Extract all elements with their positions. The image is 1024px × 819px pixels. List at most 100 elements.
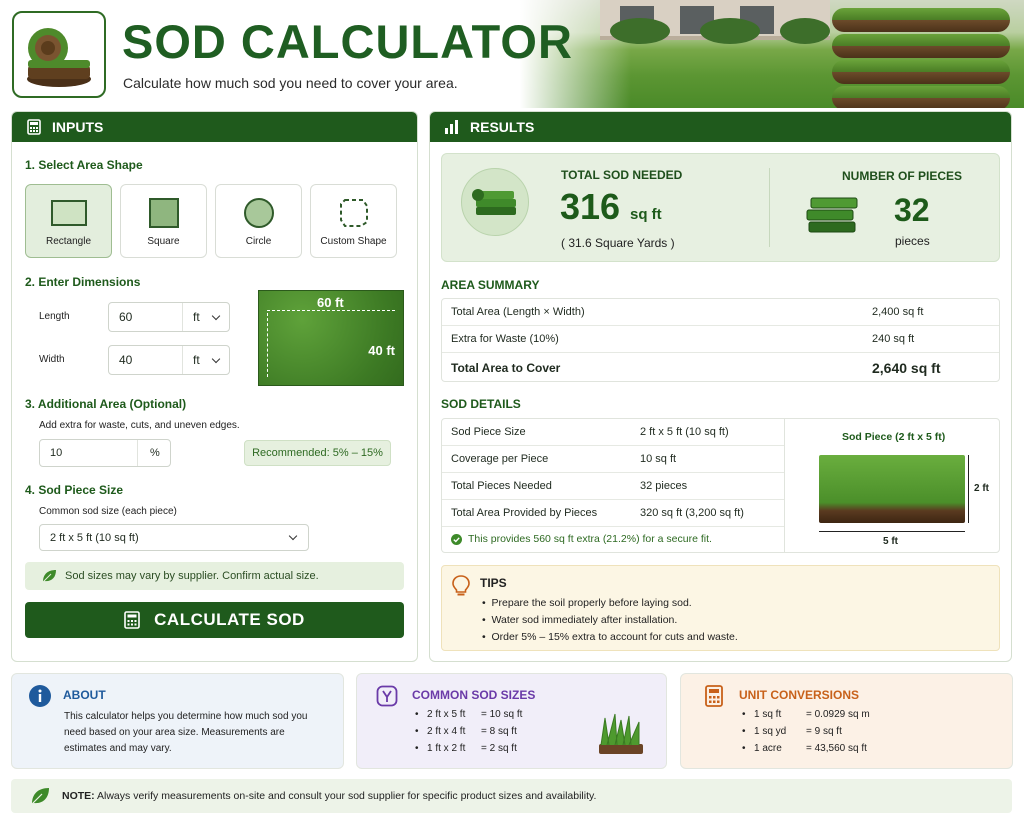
inputs-heading: INPUTS (52, 119, 104, 135)
total-sod-unit: sq ft (630, 206, 662, 223)
preview-length-label: 60 ft (317, 295, 344, 310)
sod-stack-circle (461, 168, 529, 236)
footer-note: NOTE: Always verify measurements on-site… (11, 779, 1012, 813)
list-item: • 1 sq ft = 0.0929 sq m (742, 709, 870, 726)
ruler-measure-icon (376, 685, 398, 707)
length-label: Length (39, 311, 70, 322)
area-row-label: Total Area (Length × Width) (451, 306, 585, 318)
pieces-value: 32 (894, 192, 930, 228)
size-area: = 10 sq ft (481, 709, 523, 720)
calculator-icon (705, 685, 723, 707)
extra-coverage-text: This provides 560 sq ft extra (21.2%) fo… (468, 533, 712, 545)
list-item: • 1 sq yd = 9 sq ft (742, 726, 870, 743)
step-1-label: 1. Select Area Shape (25, 158, 143, 172)
list-item: • 2 ft x 4 ft = 8 sq ft (415, 726, 522, 743)
detail-row-value: 320 sq ft (3,200 sq ft) (640, 507, 744, 519)
shrub-image (610, 18, 670, 44)
waste-help-text: Add extra for waste, cuts, and uneven ed… (39, 420, 240, 431)
shrub-image (780, 18, 830, 44)
area-row-value: 240 sq ft (872, 333, 915, 345)
extra-coverage-note: This provides 560 sq ft extra (21.2%) fo… (451, 533, 712, 545)
preview-width-label: 40 ft (368, 343, 395, 358)
step-2-label: 2. Enter Dimensions (25, 275, 141, 289)
detail-row-label: Sod Piece Size (451, 426, 526, 438)
tips-box: TIPS • Prepare the soil properly before … (441, 565, 1000, 651)
sod-details-heading: SOD DETAILS (441, 397, 521, 411)
sod-rolls-image (832, 6, 1012, 108)
width-unit-select[interactable]: ft (183, 353, 213, 367)
area-row-label: Extra for Waste (10%) (451, 333, 559, 345)
table-row: Sod Piece Size 2 ft x 5 ft (10 sq ft) (442, 419, 784, 446)
custom-shape-icon (339, 199, 368, 227)
list-item: • 2 ft x 5 ft = 10 sq ft (415, 709, 522, 726)
shrub-image (700, 18, 760, 44)
shape-rectangle-button[interactable]: Rectangle (25, 184, 112, 258)
shape-label: Circle (245, 236, 272, 247)
sod-piece-image (819, 455, 965, 523)
pieces-unit: pieces (895, 234, 930, 248)
piece-size-select[interactable]: 2 ft x 5 ft (10 sq ft) (39, 524, 309, 551)
length-input[interactable]: 60 (109, 303, 183, 331)
circle-icon (243, 198, 274, 228)
conversion-unit: 1 acre (754, 743, 782, 754)
page-subtitle: Calculate how much sod you need to cover… (123, 75, 458, 91)
check-circle-icon (451, 533, 462, 545)
calculate-sod-button[interactable]: CALCULATE SOD (25, 602, 404, 638)
sod-details-table: Sod Piece Size 2 ft x 5 ft (10 sq ft) Cov… (441, 418, 1000, 553)
inputs-header: INPUTS (12, 112, 417, 142)
sod-stack-icon (472, 189, 516, 215)
tips-heading: TIPS (480, 576, 507, 590)
grass-tuft-image (599, 713, 643, 754)
about-heading: ABOUT (63, 688, 106, 702)
piece-height-label: 2 ft (974, 483, 989, 494)
area-summary-table: Total Area (Length × Width) 2,400 sq ft E… (441, 298, 1000, 382)
lightbulb-icon (452, 575, 470, 596)
size-area: = 8 sq ft (481, 726, 517, 737)
shape-square-button[interactable]: Square (120, 184, 207, 258)
about-text: This calculator helps you determine how … (64, 711, 308, 754)
waste-field: 10 % (39, 439, 171, 467)
width-input[interactable]: 40 (109, 346, 183, 374)
shape-circle-button[interactable]: Circle (215, 184, 302, 258)
length-unit-select[interactable]: ft (183, 310, 213, 324)
area-row-value: 2,640 sq ft (872, 359, 941, 376)
sod-piece-title: Sod Piece (2 ft x 5 ft) (842, 431, 946, 443)
conversion-value: = 43,560 sq ft (806, 743, 867, 754)
page-title: SOD CALCULATOR (122, 15, 573, 68)
waste-unit: % (150, 447, 160, 459)
length-field: 60 ft (108, 302, 230, 332)
supplier-note-text: Sod sizes may vary by supplier. Confirm … (65, 570, 319, 582)
shape-label: Rectangle (45, 236, 92, 247)
shape-label: Square (147, 236, 180, 247)
list-item: • 1 acre = 43,560 sq ft (742, 743, 870, 760)
common-sizes-heading: COMMON SOD SIZES (412, 688, 536, 702)
conversion-value: = 9 sq ft (806, 726, 842, 737)
shape-custom-button[interactable]: Custom Shape (310, 184, 397, 258)
unit-conversions-card: UNIT CONVERSIONS • 1 sq ft = 0.0929 sq m •… (680, 673, 1013, 769)
about-card: ABOUT This calculator helps you determin… (11, 673, 344, 769)
chevron-down-icon (288, 531, 298, 541)
calculator-icon (27, 119, 41, 135)
note-text: Always verify measurements on-site and c… (97, 790, 597, 802)
conversion-unit: 1 sq yd (754, 726, 787, 737)
conversion-unit: 1 sq ft (754, 709, 782, 720)
square-icon (148, 198, 179, 228)
area-preview-image: 60 ft 40 ft (258, 290, 404, 386)
summary-divider (769, 168, 770, 247)
detail-row-value: 10 sq ft (640, 453, 677, 465)
results-header: RESULTS (430, 112, 1011, 142)
sod-roll-logo (12, 11, 106, 98)
calculate-button-label: CALCULATE SOD (154, 610, 305, 629)
conversions-list: • 1 sq ft = 0.0929 sq m • 1 sq yd = 9 sq ft … (742, 709, 870, 760)
piece-help-text: Common sod size (each piece) (39, 506, 177, 517)
rectangle-icon (50, 200, 87, 226)
unit-conversions-heading: UNIT CONVERSIONS (739, 688, 860, 702)
waste-input[interactable]: 10 (40, 440, 138, 466)
size-area: = 2 sq ft (481, 743, 517, 754)
width-field: 40 ft (108, 345, 230, 375)
tips-list: • Prepare the soil properly before layin… (482, 597, 738, 648)
total-sod-label: TOTAL SOD NEEDED (561, 168, 683, 182)
table-row: Coverage per Piece 10 sq ft (442, 446, 784, 473)
pieces-label: NUMBER OF PIECES (842, 169, 963, 183)
table-row: Total Pieces Needed 32 pieces (442, 473, 784, 500)
